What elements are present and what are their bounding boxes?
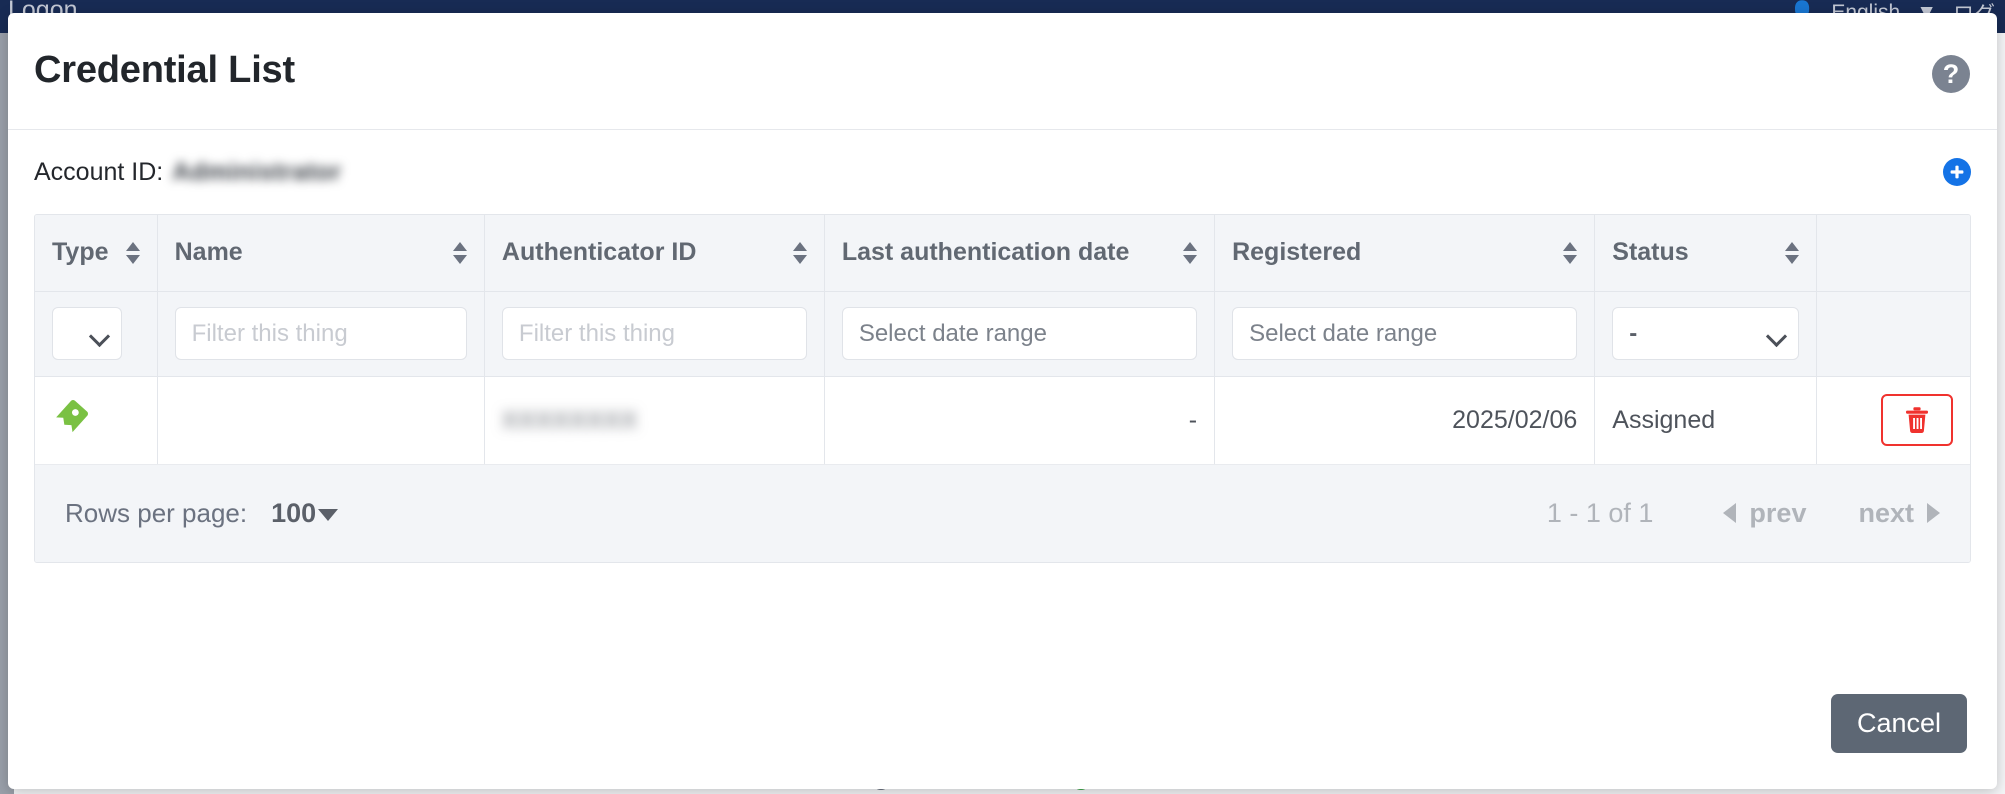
caret-down-icon	[318, 509, 339, 521]
cancel-button[interactable]: Cancel	[1830, 693, 1967, 753]
tag-icon	[56, 400, 88, 433]
sort-icon-type[interactable]	[125, 240, 140, 266]
add-credential-button[interactable]	[1943, 158, 1971, 186]
table-row[interactable]: XXXXXXXX - 2025/02/06 Assigned	[35, 376, 1970, 465]
column-header-type-label: Type	[52, 238, 109, 267]
filter-cell-registered	[1214, 291, 1596, 377]
rows-per-page-select[interactable]: 100	[271, 497, 339, 529]
chevron-right-icon	[1927, 503, 1940, 523]
table-filter-row: -	[35, 291, 1970, 377]
table-header-row: Type Name Authenticator ID Last authenti…	[35, 215, 1970, 292]
credential-table: Type Name Authenticator ID Last authenti…	[34, 214, 1971, 563]
sort-icon-authenticator-id[interactable]	[792, 240, 807, 266]
rows-per-page-value: 100	[271, 497, 317, 528]
cell-type	[35, 376, 158, 465]
modal-body: Account ID: Administrator Type Name Auth…	[8, 130, 1997, 563]
prev-page-button[interactable]: prev	[1723, 498, 1806, 529]
filter-cell-status: -	[1594, 291, 1817, 377]
column-header-authenticator-id[interactable]: Authenticator ID	[484, 215, 825, 292]
modal-header: Credential List ?	[8, 13, 1997, 130]
credential-list-modal: Credential List ? Account ID: Administra…	[8, 13, 1997, 789]
question-mark-circle-icon[interactable]: ?	[1932, 55, 1970, 93]
column-header-status-label: Status	[1612, 238, 1689, 267]
account-id-value: Administrator	[172, 157, 342, 186]
cell-registered: 2025/02/06	[1214, 376, 1596, 465]
delete-credential-button[interactable]	[1881, 394, 1953, 446]
column-header-status[interactable]: Status	[1594, 215, 1817, 292]
sort-icon-name[interactable]	[452, 240, 467, 266]
prev-page-label: prev	[1749, 497, 1807, 528]
filter-type-select[interactable]	[52, 307, 122, 360]
column-header-type[interactable]: Type	[35, 215, 158, 292]
filter-cell-actions	[1816, 291, 1970, 377]
column-header-registered-label: Registered	[1232, 238, 1362, 267]
next-page-label: next	[1858, 497, 1914, 528]
filter-last-auth-date-input[interactable]	[841, 307, 1198, 360]
pager: 1 - 1 of 1 prev next	[1547, 498, 1940, 529]
trash-icon	[1906, 407, 1928, 434]
column-header-name[interactable]: Name	[157, 215, 485, 292]
filter-cell-last-auth-date	[824, 291, 1216, 377]
table-pagination-footer: Rows per page: 100 1 - 1 of 1 prev next	[35, 464, 1970, 562]
authenticator-id-value: XXXXXXXX	[501, 406, 638, 434]
account-id-label: Account ID:	[34, 157, 164, 186]
account-id-row: Account ID: Administrator	[34, 130, 1971, 214]
column-header-name-label: Name	[174, 238, 243, 267]
column-header-registered[interactable]: Registered	[1214, 215, 1596, 292]
filter-status-select[interactable]: -	[1612, 307, 1799, 360]
column-header-last-auth-date[interactable]: Last authentication date	[824, 215, 1216, 292]
page-root: Logon 👤 English ▼ ログ Credential List ? A…	[0, 0, 2005, 794]
sort-icon-last-auth-date[interactable]	[1183, 240, 1198, 266]
filter-cell-name	[157, 291, 485, 377]
cell-actions	[1816, 376, 1970, 465]
filter-cell-authenticator-id	[484, 291, 825, 377]
pagination-range-label: 1 - 1 of 1	[1546, 497, 1654, 528]
column-header-last-auth-date-label: Last authentication date	[841, 238, 1130, 267]
filter-name-input[interactable]	[174, 307, 467, 360]
cell-status: Assigned	[1594, 376, 1817, 465]
next-page-button[interactable]: next	[1858, 498, 1940, 529]
cell-name	[157, 376, 485, 465]
modal-footer: Cancel	[8, 657, 1997, 789]
cell-authenticator-id: XXXXXXXX	[484, 376, 825, 465]
column-header-actions	[1816, 215, 1970, 292]
sort-icon-registered[interactable]	[1563, 240, 1578, 266]
filter-cell-type	[35, 291, 158, 377]
rows-per-page-label: Rows per page:	[65, 497, 248, 528]
cell-last-auth-date: -	[824, 376, 1216, 465]
plus-icon	[1950, 165, 1964, 179]
filter-authenticator-id-input[interactable]	[501, 307, 807, 360]
filter-registered-input[interactable]	[1232, 307, 1578, 360]
sort-icon-status[interactable]	[1784, 240, 1799, 266]
column-header-authenticator-id-label: Authenticator ID	[501, 238, 697, 267]
page-title: Credential List	[34, 49, 295, 91]
chevron-left-icon	[1723, 503, 1737, 523]
